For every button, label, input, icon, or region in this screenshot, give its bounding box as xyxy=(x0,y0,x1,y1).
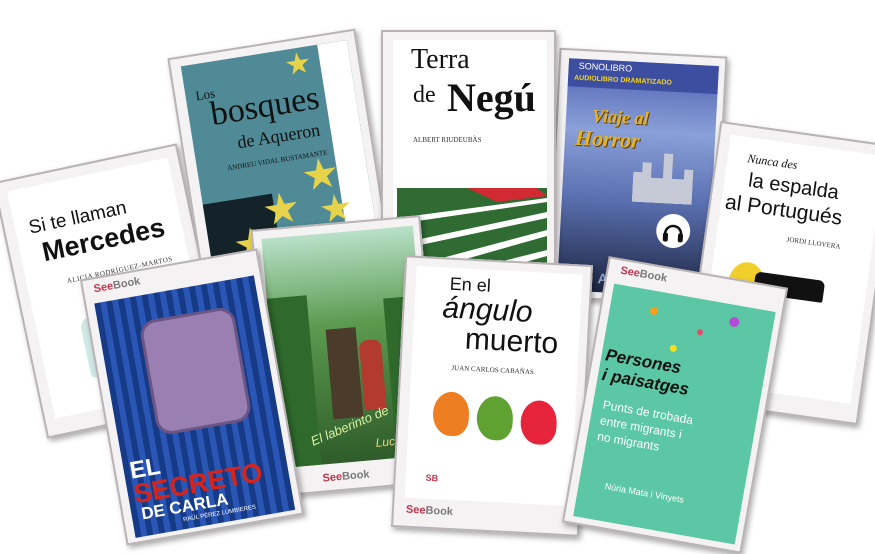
dot-decoration xyxy=(649,306,659,316)
star-icon xyxy=(301,155,340,194)
book-cover: Persones i paisatges Punts de trobada en… xyxy=(573,283,776,545)
gate-illustration xyxy=(325,327,364,420)
book-card-persones-i-paisatges[interactable]: SeeBook Persones i paisatges Punts de tr… xyxy=(561,256,789,554)
star-icon xyxy=(284,50,311,77)
book-author: JORDI LLOVERA xyxy=(786,235,841,251)
head-red-illustration xyxy=(519,399,558,446)
book-author: ALBERT RIUDEUBÀS xyxy=(413,136,482,144)
book-cover: En el ángulo muerto JUAN CARLOS CABAÑAS … xyxy=(404,265,583,507)
suitcase-illustration xyxy=(138,305,253,437)
sb-logo: SB xyxy=(425,472,439,484)
book-title-line3: muerto xyxy=(464,322,560,361)
book-card-en-el-angulo-muerto[interactable]: En el ángulo muerto JUAN CARLOS CABAÑAS … xyxy=(391,255,593,537)
book-author: JUAN CARLOS CABAÑAS xyxy=(451,363,534,377)
book-title-line1: Terra xyxy=(411,44,470,75)
head-orange-illustration xyxy=(431,390,471,437)
castle-illustration xyxy=(632,152,695,205)
book-title-line2: Horror xyxy=(574,124,641,154)
head-green-illustration xyxy=(475,395,514,442)
seebook-logo: SeeBook xyxy=(322,468,371,485)
dot-decoration xyxy=(728,316,741,328)
book-title-line2: de xyxy=(413,82,436,108)
book-author: Núria Mata i Vinyets xyxy=(603,481,685,505)
dot-decoration xyxy=(669,344,678,353)
book-cover: EL SECRETO DE CARLA RAÚL PÉREZ LUMBIERES xyxy=(94,275,296,538)
character-illustration xyxy=(358,339,387,411)
seebook-logo: SeeBook xyxy=(619,264,668,285)
book-title-line3: Negú xyxy=(447,75,536,120)
headphones-icon xyxy=(655,213,692,249)
dot-decoration xyxy=(696,328,704,336)
seebook-logo: SeeBook xyxy=(92,275,142,296)
seebook-logo: SeeBook xyxy=(405,503,454,519)
